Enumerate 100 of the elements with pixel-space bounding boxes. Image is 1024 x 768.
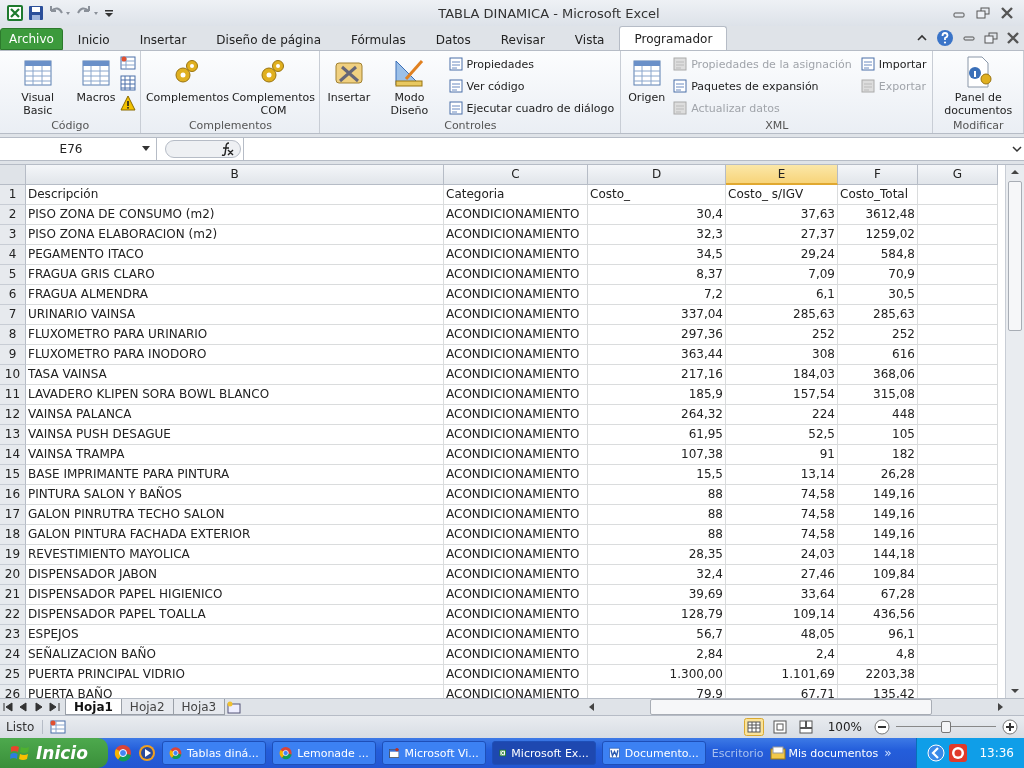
folder-link[interactable]: Mis documentos [769,745,879,761]
row-header[interactable]: 25 [0,665,26,685]
row-header[interactable]: 24 [0,645,26,665]
zoom-level[interactable]: 100% [827,720,862,734]
close-icon[interactable] [1000,7,1014,19]
row-header[interactable]: 12 [0,405,26,425]
ribbon-button[interactable]: Propiedades [445,53,617,75]
ribbon-tab[interactable]: Datos [420,28,486,50]
taskbar-button[interactable]: Microsoft Ex... [491,741,596,765]
row-header[interactable]: 21 [0,585,26,605]
row-header[interactable]: 17 [0,505,26,525]
restore-icon[interactable] [984,32,998,44]
slider-thumb[interactable] [941,721,951,733]
row-header[interactable]: 19 [0,545,26,565]
ribbon-button[interactable]: Origen [625,53,669,106]
table-cell: Descripción [26,185,444,205]
sheet-tab[interactable]: Hoja3 [172,699,226,715]
row-header[interactable]: 10 [0,365,26,385]
ribbon-button[interactable]: Ejecutar cuadro de diálogo [445,97,617,119]
taskbar-button[interactable]: Microsoft Vi... [381,741,486,765]
taskbar-button[interactable]: Documento... [601,741,706,765]
file-tab[interactable]: Archivo [0,28,63,50]
dropdown-icon [142,146,150,152]
scrollbar-thumb[interactable] [650,699,932,715]
column-header[interactable]: F [838,165,918,185]
row-header[interactable]: 5 [0,265,26,285]
row-header[interactable]: 15 [0,465,26,485]
table-cell: 74,58 [726,485,838,505]
row-header[interactable]: 18 [0,525,26,545]
ribbon-button[interactable]: Macros [73,53,119,106]
table-cell: GALON PINRUTRA TECHO SALON [26,505,444,525]
excel-logo-icon[interactable] [6,4,24,22]
more-button[interactable]: » [884,746,892,760]
ribbon-button[interactable]: Paquetes de expansión [670,75,854,97]
table-cell: Costo_ [588,185,726,205]
sheet-tab[interactable]: Hoja2 [120,699,174,715]
table-cell: ACONDICIONAMIENTO [444,405,588,425]
column-header[interactable]: G [918,165,998,185]
ribbon-tab[interactable]: Inicio [62,28,125,50]
column-header[interactable]: D [588,165,726,185]
sheet-tab[interactable]: Hoja1 [65,699,122,715]
table-cell: PISO ZONA ELABORACION (m2) [26,225,444,245]
ribbon-button[interactable]: Importar [857,53,929,75]
warning-icon[interactable] [120,95,137,111]
taskbar-button[interactable]: Lemonade ... [271,741,376,765]
ribbon-tab[interactable]: Programador [619,26,728,50]
taskbar-button[interactable]: Tablas diná... [161,741,266,765]
ribbon-button[interactable]: Insertar [324,53,374,106]
scrollbar-thumb[interactable] [1008,181,1022,331]
target-icon[interactable] [949,744,968,762]
table-cell: URINARIO VAINSA [26,305,444,325]
row-header[interactable]: 3 [0,225,26,245]
ribbon-button[interactable]: Complementos [145,53,230,106]
restore-icon[interactable] [976,7,990,19]
ribbon-button[interactable]: Complementos COM [231,53,316,119]
zoom-in-icon[interactable] [1002,719,1018,735]
browser-icon[interactable] [113,744,132,762]
dialog-icon [447,100,464,116]
save-icon[interactable] [28,5,44,21]
media-player-icon[interactable] [137,744,156,762]
table-cell: 56,7 [588,625,726,645]
table-icon[interactable] [120,55,137,71]
row-header[interactable]: 8 [0,325,26,345]
row-header[interactable]: 16 [0,485,26,505]
column-header[interactable]: C [444,165,588,185]
row-header[interactable]: 1 [0,185,26,205]
table-cell: 7,09 [726,265,838,285]
row-header[interactable]: 6 [0,285,26,305]
zoom-out-icon[interactable] [874,719,890,735]
row-header[interactable]: 11 [0,385,26,405]
ribbon-tab[interactable]: Vista [559,28,620,50]
ribbon-tab[interactable]: Diseño de página [201,28,336,50]
normal-view-icon[interactable] [743,718,764,736]
table-cell: ACONDICIONAMIENTO [444,525,588,545]
close-icon[interactable] [1006,32,1020,44]
ribbon-button[interactable]: Visual Basic [4,53,72,119]
ribbon-tab[interactable]: Insertar [124,28,202,50]
help-icon[interactable] [936,29,954,47]
row-header[interactable]: 13 [0,425,26,445]
row-header[interactable]: 22 [0,605,26,625]
ribbon-button[interactable]: Ver código [445,75,617,97]
ribbon-button[interactable]: Modo Diseño [375,53,444,119]
insert-function-icon[interactable] [220,142,234,156]
macro-record-icon[interactable] [49,719,68,735]
column-header[interactable]: B [26,165,444,185]
ribbon-tab[interactable]: Revisar [485,28,560,50]
row-header[interactable]: 20 [0,565,26,585]
row-header[interactable]: 7 [0,305,26,325]
row-header[interactable]: 4 [0,245,26,265]
row-header[interactable]: 26 [0,685,26,698]
row-header[interactable]: 2 [0,205,26,225]
zoom-slider[interactable] [896,719,996,735]
ribbon-tab[interactable]: Fórmulas [336,28,421,50]
name-box[interactable]: E76 [0,138,157,160]
column-header[interactable]: E [726,165,838,185]
row-header[interactable]: 14 [0,445,26,465]
row-header[interactable]: 23 [0,625,26,645]
row-header[interactable]: 9 [0,345,26,365]
table-cell: VAINSA PUSH DESAGUE [26,425,444,445]
ribbon-button[interactable]: Panel de documentos [937,53,1019,119]
